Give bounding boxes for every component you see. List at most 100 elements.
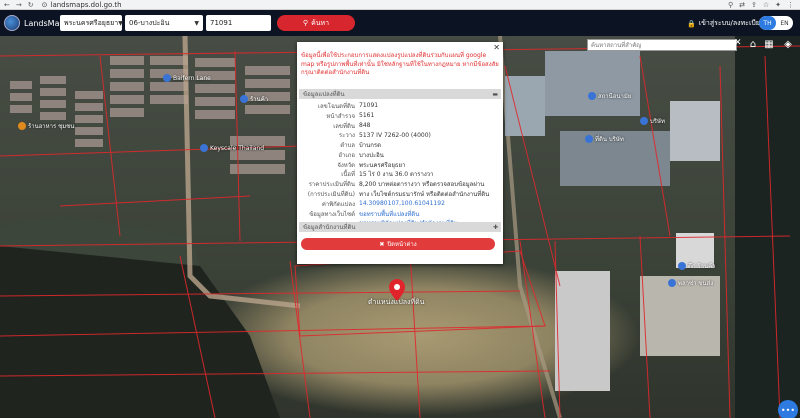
share-icon[interactable]: ⇪: [751, 1, 757, 9]
keyboard-icon[interactable]: ▦: [762, 37, 776, 51]
search-button[interactable]: ⚲ ค้นหา: [277, 15, 355, 31]
search-icon: ⚲: [302, 19, 309, 27]
shop-icon: [240, 95, 248, 103]
home-icon[interactable]: ⌂: [746, 37, 760, 51]
place-search-input[interactable]: ค้นหาสถานที่สำคัญ: [587, 39, 737, 51]
field-value: 8,200 บาทต่อตารางวา หรือตรวจสอบข้อมูลผ่า…: [359, 181, 485, 189]
table-row: อำเภอ บางปะอิน: [299, 150, 501, 160]
browser-bar: ← → ↻ ⊙ landsmaps.dol.go.th ⚲ ⇄ ⇪ ☆ ✦ ⋮: [0, 0, 800, 10]
back-icon[interactable]: ←: [4, 1, 10, 9]
shop-icon: [163, 74, 171, 82]
table-row: ค่าพิกัดแปลง 14.30980107,100.61041192: [299, 199, 501, 209]
pin-icon: [588, 92, 596, 100]
poi-plaza[interactable]: พลาซ่า ขนส่ง: [668, 278, 713, 288]
pin-icon: [640, 117, 648, 125]
table-row: เลขที่ดิน 848: [299, 121, 501, 131]
login-label: เข้าสู่ระบบ/ลงทะเบียน: [698, 19, 765, 27]
section-header-office[interactable]: ข้อมูลสำนักงานที่ดิน ✚: [299, 222, 501, 232]
field-label: อำเภอ: [338, 151, 355, 159]
parcel-number-value: 71091: [210, 19, 233, 27]
extensions-icon[interactable]: ✦: [775, 1, 781, 9]
poi-food[interactable]: ร้านอาหาร ชุมชน: [18, 121, 74, 131]
location-icon[interactable]: ⚲: [728, 1, 733, 9]
browser-nav: ← → ↻: [0, 1, 34, 9]
parcel-info-table: เลขโฉนดที่ดิน 71091 หน้าสำรวจ 5161 เลขที่ดิน…: [299, 101, 501, 228]
site-info-icon[interactable]: ⊙: [42, 1, 48, 9]
lang-en-option[interactable]: EN: [776, 16, 793, 30]
field-label: ตำบล: [340, 142, 355, 150]
field-label: เนื้อที่: [341, 171, 355, 179]
close-window-button[interactable]: ✖ ปิดหน้าต่าง: [301, 238, 495, 250]
table-row: จังหวัด พระนครศรีอยุธยา: [299, 160, 501, 170]
field-value: 15 ไร่ 0 งาน 36.0 ตารางวา: [359, 171, 434, 179]
marker-label: ตำแหน่งแปลงที่ดิน: [368, 298, 425, 306]
menu-icon[interactable]: ⋮: [787, 1, 794, 9]
section-title: ข้อมูลสำนักงานที่ดิน: [303, 224, 356, 231]
field-value: พระนครศรีอยุธยา: [359, 161, 406, 169]
field-label: ค่าพิกัดแปลง: [321, 200, 355, 208]
star-icon[interactable]: ☆: [763, 1, 769, 9]
poi-label: บริษัท: [650, 118, 665, 125]
field-label: ราคาประเมินที่ดิน: [308, 181, 355, 189]
poi-label: ตึก ร้านค้า: [688, 263, 716, 270]
table-row: ระวาง 5137 IV 7262-00 (4000): [299, 130, 501, 140]
lock-icon: 🔒: [687, 19, 696, 28]
poi-health[interactable]: สถานีอนามัย: [588, 91, 631, 101]
poi-company[interactable]: บริษัท: [640, 116, 665, 126]
expand-icon: ✚: [492, 223, 498, 231]
poi-label: พลาซ่า ขนส่ง: [678, 280, 714, 287]
district-value: 06-บางปะอิน: [129, 18, 170, 27]
poi-label: Keyscale Thailand: [210, 144, 265, 152]
search-label: ค้นหา: [311, 18, 330, 27]
province-value: พระนครศรีอยุธยา: [64, 18, 119, 27]
forward-icon[interactable]: →: [16, 1, 22, 9]
parcel-number-input[interactable]: 71091: [206, 15, 271, 31]
poi-label: Baifern Lane: [173, 74, 211, 82]
poi-keyscale[interactable]: Keyscale Thailand: [200, 144, 264, 152]
close-label: ปิดหน้าต่าง: [387, 241, 417, 248]
field-value: 5161: [359, 112, 375, 120]
translate-icon[interactable]: ⇄: [739, 1, 745, 9]
field-label: ข้อมูลทางเว็บไซต์: [309, 210, 355, 218]
field-value: 5137 IV 7262-00 (4000): [359, 131, 431, 139]
section-title: ข้อมูลแปลงที่ดิน: [303, 91, 345, 98]
collapse-icon: ▬: [492, 90, 498, 98]
table-row: เลขโฉนดที่ดิน 71091: [299, 101, 501, 111]
reload-icon[interactable]: ↻: [28, 1, 34, 9]
poi-label: ร้านค้า: [250, 96, 269, 103]
province-select[interactable]: พระนครศรีอยุธยา ▼: [60, 15, 123, 31]
poi-building-shop[interactable]: ตึก ร้านค้า: [678, 261, 716, 271]
poi-baifern[interactable]: Baifern Lane: [163, 74, 211, 82]
field-value: 71091: [359, 102, 379, 110]
close-icon[interactable]: ✕: [734, 38, 742, 48]
language-toggle[interactable]: TH EN: [759, 16, 793, 30]
field-label: เลขโฉนดที่ดิน: [317, 102, 355, 110]
chevron-down-icon: ▼: [118, 19, 123, 27]
field-link[interactable]: 14.30980107,100.61041192: [359, 200, 501, 207]
pin-icon: [585, 135, 593, 143]
food-icon: [18, 122, 26, 130]
poi-land-company[interactable]: ที่ดิน บริษัท: [585, 134, 624, 144]
poi-shop[interactable]: ร้านค้า: [240, 94, 268, 104]
district-select[interactable]: 06-บางปะอิน ▼: [125, 15, 203, 31]
more-options-button[interactable]: •••: [778, 400, 798, 418]
table-row: เนื้อที่ 15 ไร่ 0 งาน 36.0 ตารางวา: [299, 170, 501, 180]
url-text: landsmaps.dol.go.th: [50, 0, 122, 9]
section-header-parcel[interactable]: ข้อมูลแปลงที่ดิน ▬: [299, 89, 501, 99]
table-row: ตำบล บ้านกรด: [299, 140, 501, 150]
field-value: บ้านกรด: [359, 142, 382, 150]
field-label: ระวาง: [338, 132, 355, 140]
field-link[interactable]: ขอทราบพื้นที่แปลงที่ดิน: [359, 209, 501, 219]
field-label: เลขที่ดิน: [333, 122, 355, 130]
more-icon: •••: [780, 405, 796, 415]
disclaimer-text: ข้อมูลนี้เพื่อใช้ประกอบการแสดงแปลงรูปแปล…: [301, 52, 499, 76]
browser-tools: ⚲ ⇄ ⇪ ☆ ✦ ⋮: [728, 0, 794, 10]
layers-icon[interactable]: ◈: [781, 37, 795, 51]
lang-th-option[interactable]: TH: [759, 16, 776, 30]
field-label: จังหวัด: [337, 161, 355, 169]
login-link[interactable]: 🔒 เข้าสู่ระบบ/ลงทะเบียน: [687, 18, 765, 29]
field-value: 848: [359, 121, 371, 129]
field-value: บางปะอิน: [359, 151, 384, 159]
address-bar[interactable]: ⊙ landsmaps.dol.go.th: [42, 1, 122, 9]
close-icon[interactable]: ✕: [493, 43, 500, 52]
